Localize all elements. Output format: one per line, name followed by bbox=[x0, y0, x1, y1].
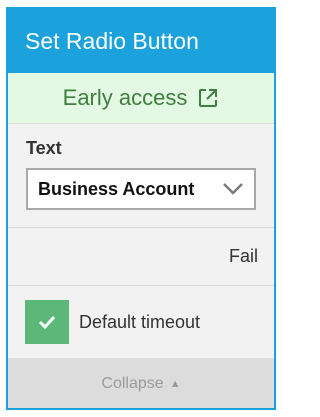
default-timeout-checkbox[interactable] bbox=[25, 300, 69, 344]
panel-header: Set Radio Button bbox=[8, 9, 274, 73]
collapse-label: Collapse bbox=[101, 374, 164, 392]
chevron-down-icon bbox=[223, 183, 243, 195]
panel-title: Set Radio Button bbox=[25, 27, 199, 54]
default-timeout-row: Default timeout bbox=[8, 286, 274, 359]
text-select-dropdown[interactable]: Business Account bbox=[26, 168, 256, 210]
set-radio-button-panel: Set Radio Button Early access Text Busin… bbox=[6, 7, 276, 410]
checkmark-icon bbox=[38, 315, 56, 330]
collapse-button[interactable]: Collapse ▲ bbox=[8, 359, 274, 408]
early-access-banner[interactable]: Early access bbox=[8, 73, 274, 124]
caret-up-icon: ▲ bbox=[169, 377, 181, 390]
text-field-section: Text Business Account bbox=[8, 124, 274, 228]
default-timeout-label: Default timeout bbox=[79, 311, 201, 332]
fail-row: Fail bbox=[8, 228, 274, 286]
text-field-label: Text bbox=[26, 138, 62, 158]
selected-value: Business Account bbox=[38, 178, 195, 199]
fail-label[interactable]: Fail bbox=[229, 246, 258, 267]
external-link-icon bbox=[199, 89, 218, 107]
early-access-label: Early access bbox=[62, 85, 188, 110]
